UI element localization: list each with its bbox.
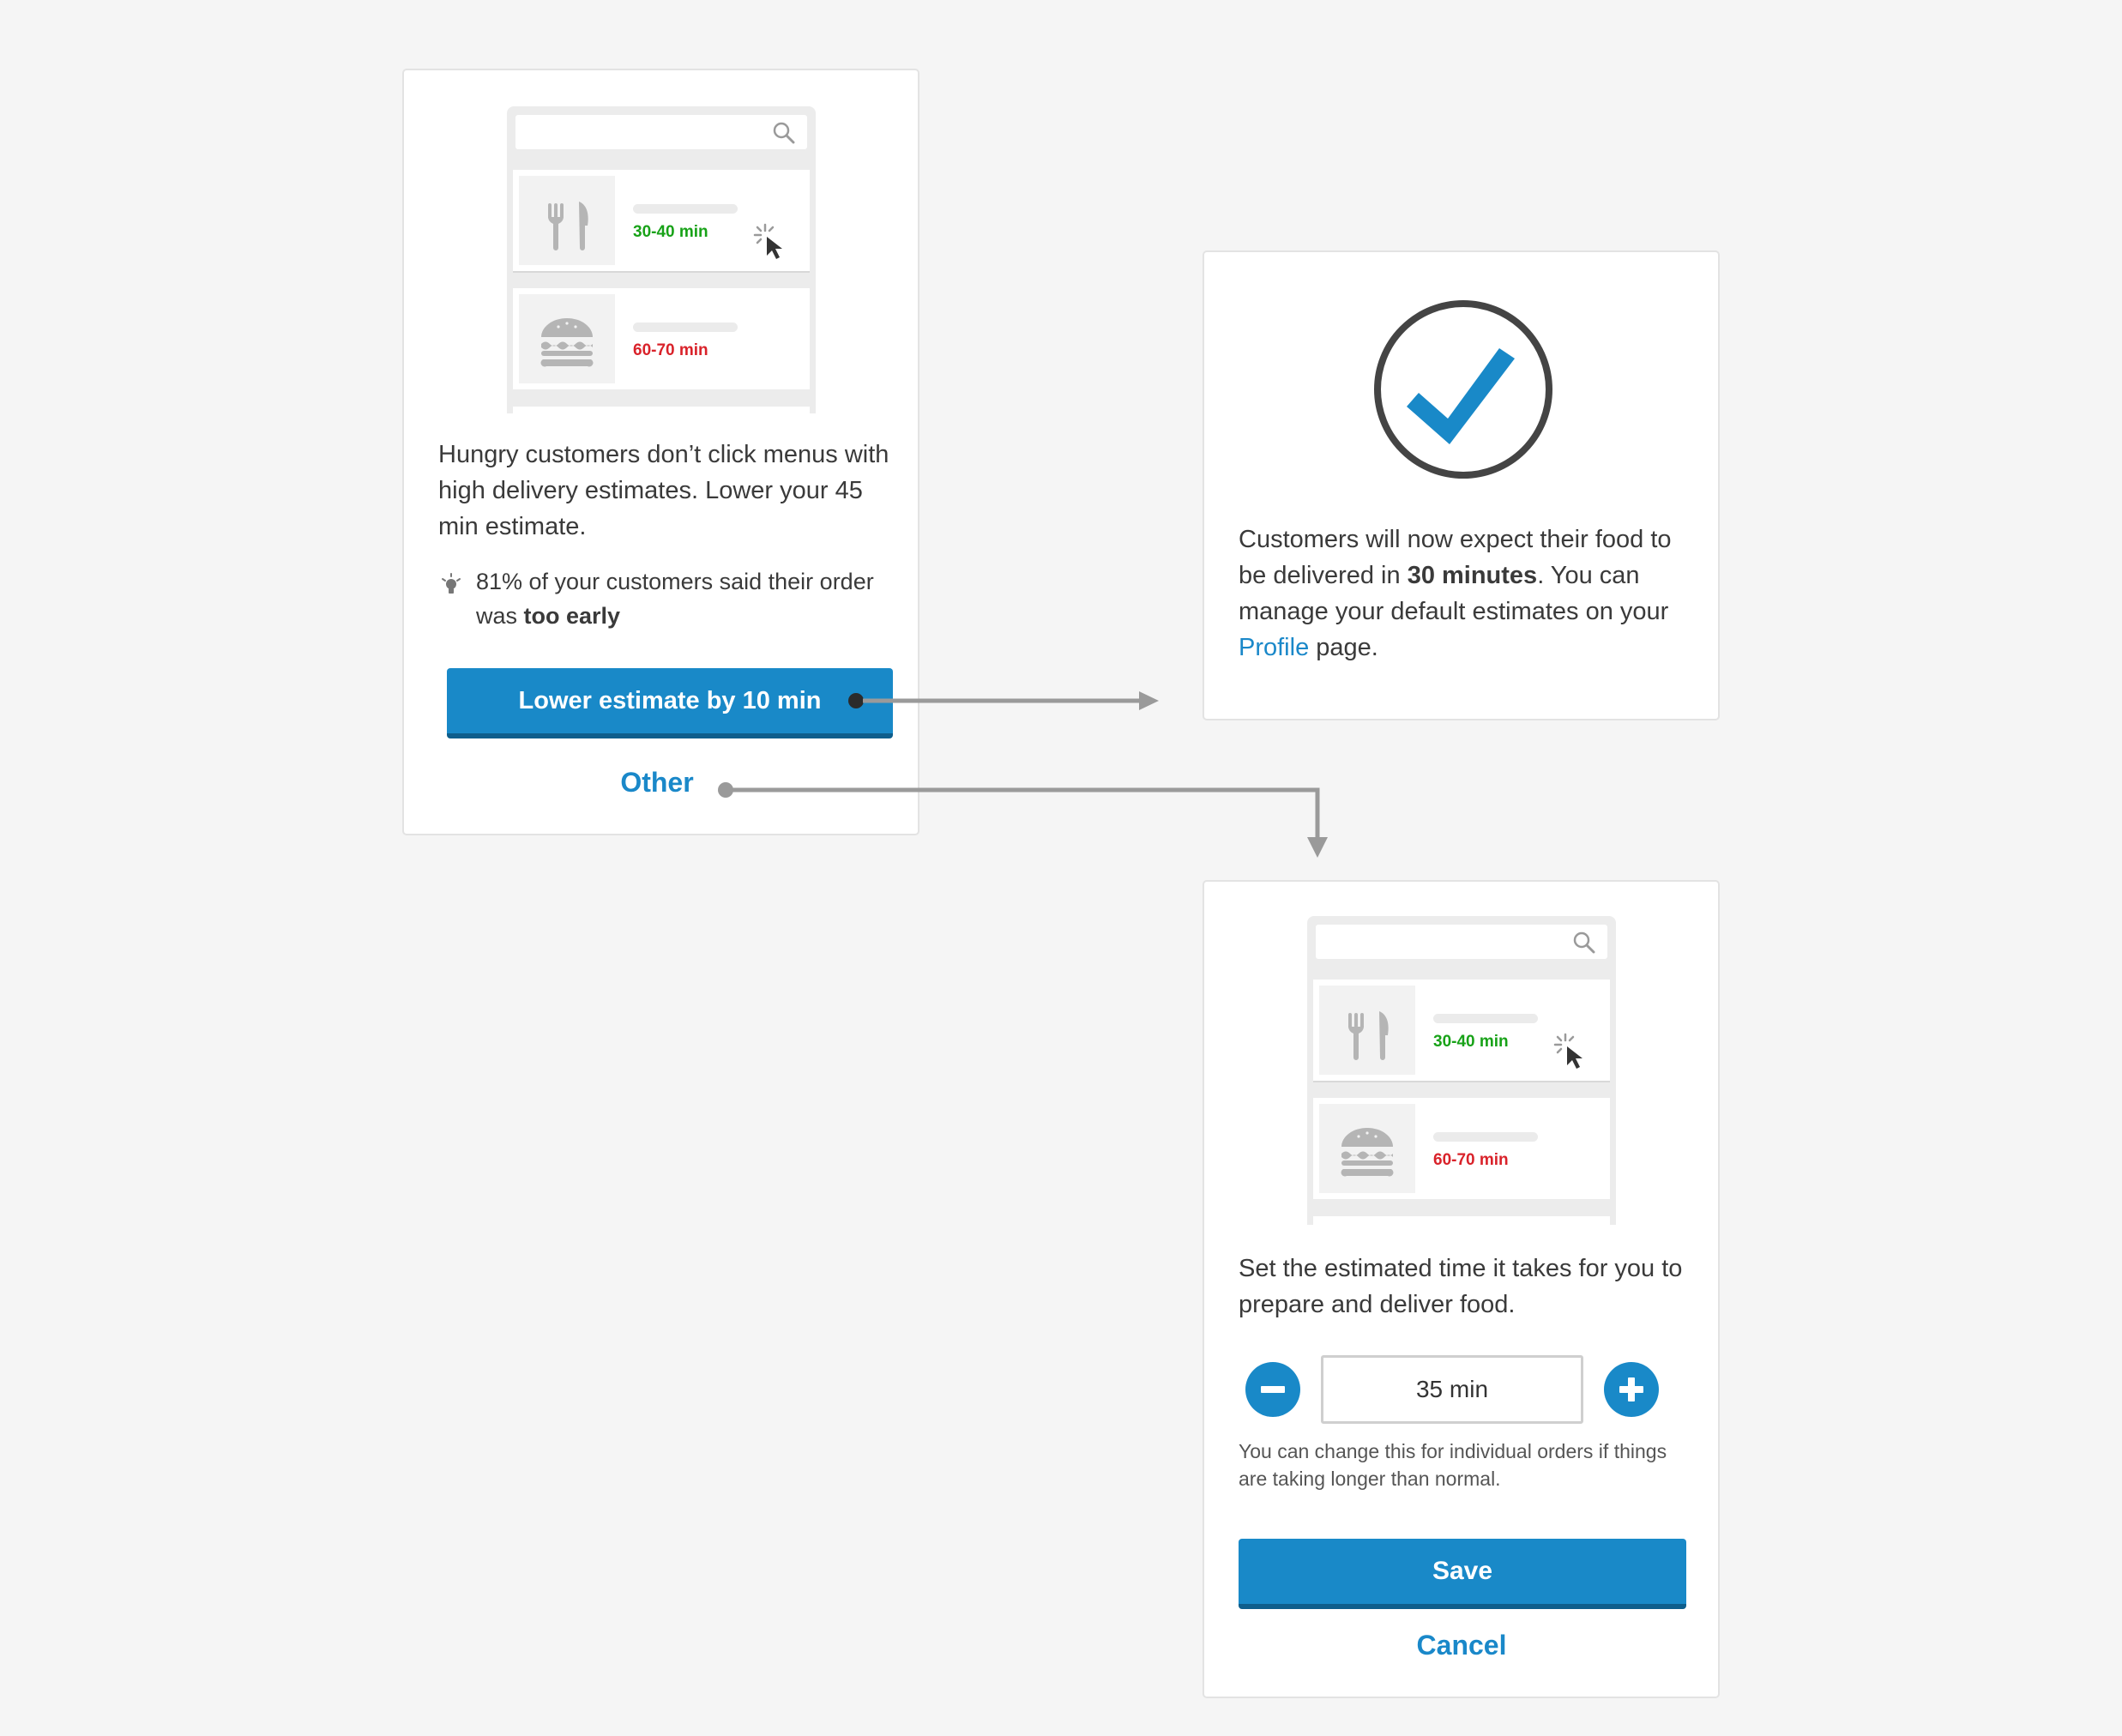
arrow-connector <box>848 691 1159 710</box>
flow-connectors <box>718 691 1328 858</box>
arrow-connector <box>718 782 1328 858</box>
